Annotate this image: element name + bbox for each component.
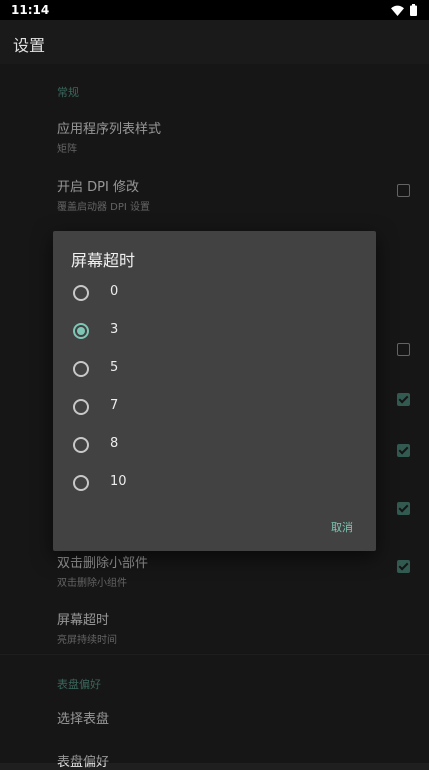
radio-button[interactable] — [73, 361, 89, 377]
radio-option-10[interactable]: 10 — [53, 464, 376, 502]
status-icons — [391, 4, 417, 16]
screen-timeout-dialog: 屏幕超时 0 3 5 7 8 10 取消 — [53, 231, 376, 551]
radio-button[interactable] — [73, 475, 89, 491]
cancel-button[interactable]: 取消 — [331, 519, 353, 535]
option-label: 5 — [110, 360, 119, 375]
option-label: 8 — [110, 436, 119, 451]
radio-option-5[interactable]: 5 — [53, 350, 376, 388]
wifi-icon — [391, 5, 404, 16]
option-label: 10 — [110, 474, 127, 489]
page-title: 设置 — [13, 36, 46, 55]
app-bar: 设置 — [0, 20, 429, 64]
radio-button[interactable] — [73, 285, 89, 301]
status-time: 11:14 — [11, 3, 50, 17]
status-bar: 11:14 — [0, 0, 429, 20]
radio-button[interactable] — [73, 437, 89, 453]
option-label: 3 — [110, 322, 119, 337]
battery-icon — [410, 4, 417, 16]
radio-option-8[interactable]: 8 — [53, 426, 376, 464]
radio-button-selected[interactable] — [73, 323, 89, 339]
radio-option-0[interactable]: 0 — [53, 274, 376, 312]
option-label: 0 — [110, 284, 119, 299]
radio-option-3[interactable]: 3 — [53, 312, 376, 350]
radio-button[interactable] — [73, 399, 89, 415]
radio-option-7[interactable]: 7 — [53, 388, 376, 426]
option-label: 7 — [110, 398, 119, 413]
dialog-title: 屏幕超时 — [71, 251, 136, 270]
